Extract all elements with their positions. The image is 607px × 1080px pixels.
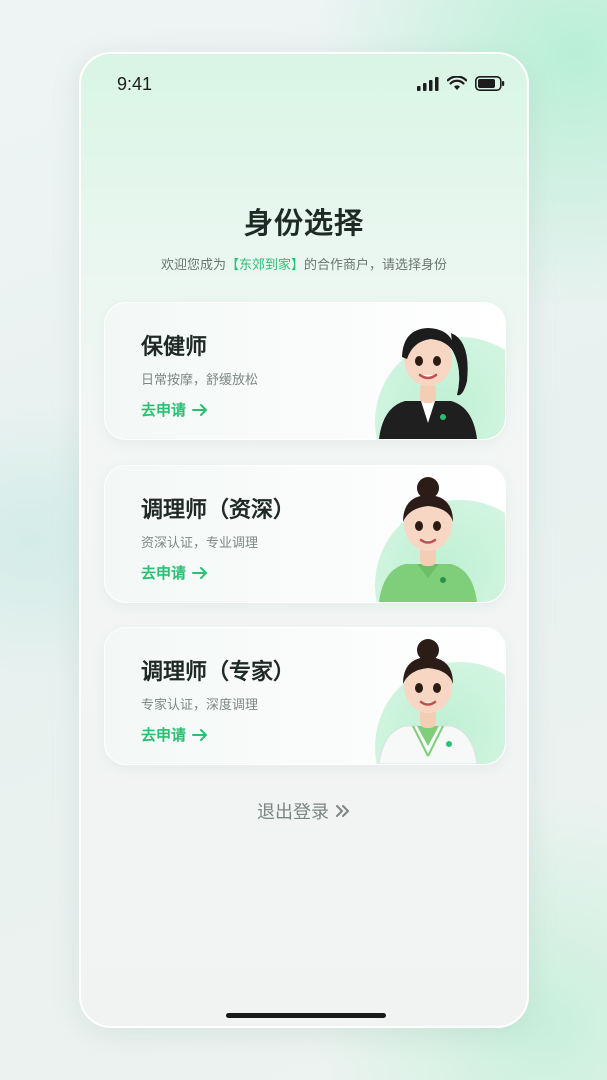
- double-chevron-right-icon: [336, 805, 349, 817]
- logout-button[interactable]: 退出登录: [81, 798, 527, 824]
- therapist-avatar-icon: [379, 477, 477, 602]
- brand-name: 【东郊到家】: [225, 258, 304, 273]
- apply-label: 去申请: [141, 726, 187, 744]
- arrow-right-icon: [192, 728, 208, 741]
- apply-label: 去申请: [141, 564, 187, 582]
- therapist-avatar-icon: [378, 639, 478, 764]
- arrow-right-icon: [192, 403, 208, 416]
- apply-link[interactable]: 去申请: [141, 724, 208, 745]
- page-title: 身份选择: [243, 206, 364, 240]
- status-time: 9:41: [117, 74, 153, 94]
- status-bar: 9:41: [81, 54, 527, 114]
- role-card-expert-conditioner[interactable]: 调理师（专家） 专家认证，深度调理 去申请: [104, 627, 506, 765]
- role-card-senior-conditioner[interactable]: 调理师（资深） 资深认证，专业调理 去申请: [104, 465, 506, 603]
- arrow-right-icon: [192, 566, 208, 579]
- status-icons: [417, 76, 505, 91]
- phone-screen: 9:41 身份选择 欢迎您成为【东郊到家】的合作商户，请选择身份 保健师 日常按…: [79, 52, 529, 1028]
- role-card-health-therapist[interactable]: 保健师 日常按摩，舒缓放松 去申请: [104, 302, 506, 440]
- role-desc: 日常按摩，舒缓放松: [141, 373, 259, 388]
- apply-label: 去申请: [141, 401, 187, 419]
- signal-icon: [417, 76, 439, 91]
- wifi-icon: [447, 76, 467, 90]
- apply-link[interactable]: 去申请: [141, 399, 208, 420]
- therapist-avatar-icon: [379, 328, 477, 439]
- role-desc: 资深认证，专业调理: [141, 536, 259, 551]
- home-indicator[interactable]: [226, 1013, 386, 1018]
- logout-label: 退出登录: [257, 802, 329, 823]
- battery-icon: [475, 76, 505, 91]
- role-name: 保健师: [141, 335, 208, 360]
- subtitle-prefix: 欢迎您成为: [160, 258, 226, 273]
- role-name: 调理师（专家）: [141, 660, 296, 685]
- apply-link[interactable]: 去申请: [141, 562, 208, 583]
- subtitle-suffix: 的合作商户，请选择身份: [304, 258, 448, 273]
- role-desc: 专家认证，深度调理: [141, 698, 259, 713]
- page-subtitle: 欢迎您成为【东郊到家】的合作商户，请选择身份: [81, 254, 527, 273]
- role-name: 调理师（资深）: [141, 498, 296, 523]
